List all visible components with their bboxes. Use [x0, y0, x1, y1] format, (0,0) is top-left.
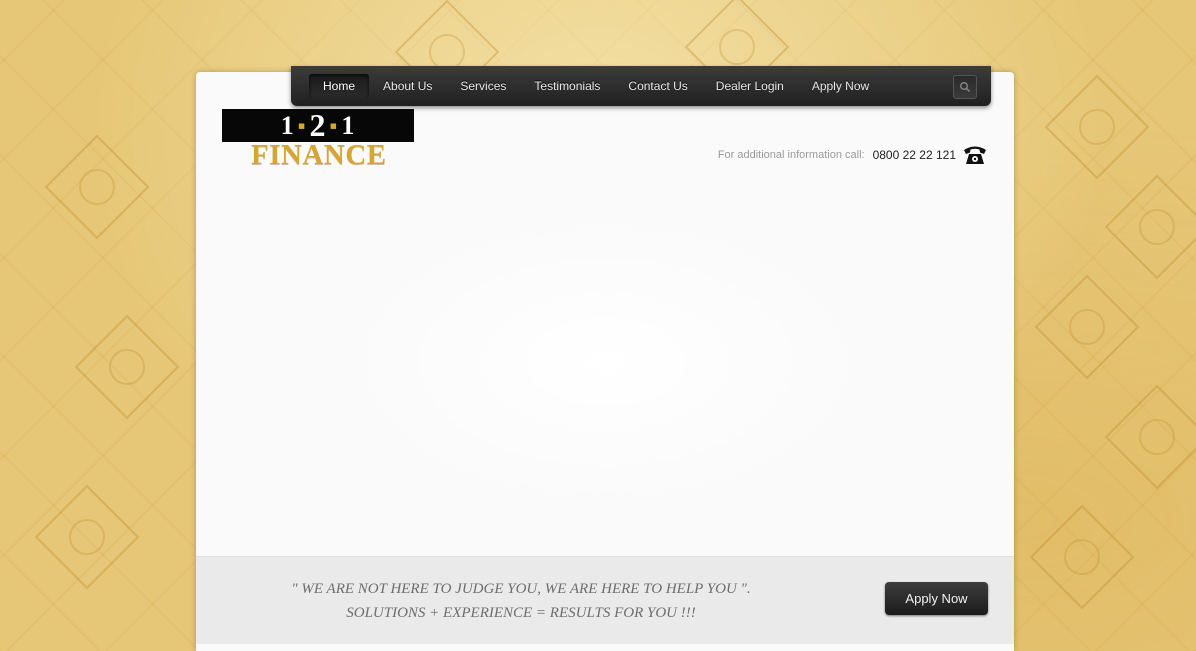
nav-item-dealer-login[interactable]: Dealer Login — [702, 74, 798, 98]
content-area — [336, 212, 876, 512]
call-to-action-bar: " WE ARE NOT HERE TO JUDGE YOU, WE ARE H… — [196, 556, 1014, 645]
contact-phone-number[interactable]: 0800 22 22 121 — [873, 148, 956, 162]
nav-item-apply-now[interactable]: Apply Now — [798, 74, 883, 98]
logo-dot: ▪ — [329, 112, 339, 138]
background-ornament — [1034, 274, 1140, 380]
slogan: " WE ARE NOT HERE TO JUDGE YOU, WE ARE H… — [246, 577, 796, 625]
background-ornament — [34, 484, 140, 590]
background-ornament — [44, 134, 150, 240]
background-ornament — [1044, 74, 1150, 180]
nav-item-home[interactable]: Home — [309, 74, 370, 98]
nav-item-services[interactable]: Services — [446, 74, 520, 98]
apply-now-button[interactable]: Apply Now — [885, 582, 988, 615]
background-ornament — [74, 314, 180, 420]
page-bottom-strip — [196, 644, 1014, 651]
logo-dot: ▪ — [297, 112, 307, 138]
contact-info: For additional information call: 0800 22… — [718, 144, 988, 166]
nav-item-about-us[interactable]: About Us — [369, 74, 446, 98]
nav-item-testimonials[interactable]: Testimonials — [520, 74, 614, 98]
search-button[interactable] — [953, 75, 977, 99]
background-ornament — [1104, 384, 1196, 490]
nav-items: Home About Us Services Testimonials Cont… — [309, 74, 883, 98]
background-ornament — [1104, 174, 1196, 280]
site-logo[interactable]: 1 ▪ 2 ▪ 1 FINANCE — [222, 107, 414, 175]
logo-digit: 1 — [341, 110, 356, 140]
search-icon — [960, 82, 971, 93]
logo-digit: 1 — [280, 110, 295, 140]
nav-item-contact-us[interactable]: Contact Us — [614, 74, 701, 98]
contact-label: For additional information call: — [717, 149, 865, 161]
background-ornament — [1029, 504, 1135, 610]
logo-wordmark: FINANCE — [251, 139, 387, 171]
slogan-line-1: " WE ARE NOT HERE TO JUDGE YOU, WE ARE H… — [291, 581, 751, 597]
main-navigation: Home About Us Services Testimonials Cont… — [291, 66, 991, 106]
telephone-icon — [964, 146, 986, 164]
logo-numbers: 1 ▪ 2 ▪ 1 — [222, 107, 414, 143]
slogan-line-2: SOLUTIONS + EXPERIENCE = RESULTS FOR YOU… — [346, 605, 696, 621]
